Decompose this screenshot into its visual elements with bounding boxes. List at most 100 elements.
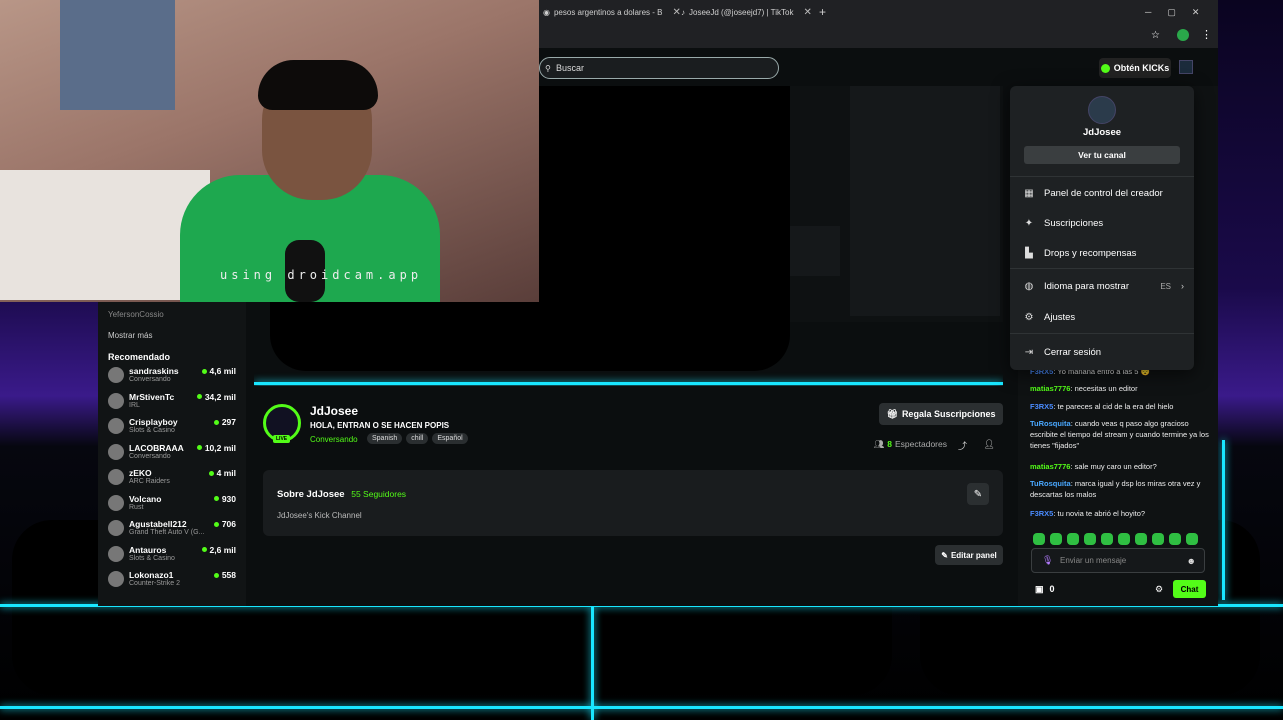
sparkle-icon: ✦ <box>1024 217 1034 229</box>
channel-name: Antauros <box>129 544 167 555</box>
chat-input[interactable]: 🎙︎ Enviar un mensaje ☻ <box>1031 548 1205 573</box>
sidebar-channel-item[interactable]: Lokonazo1 Counter-Strike 2 558 <box>98 570 246 596</box>
kicks-balance[interactable]: ▣ 0 <box>1035 584 1055 595</box>
emote-icon[interactable] <box>1169 533 1181 545</box>
gift-subs-button[interactable]: 🎁︎ Regala Suscripciones <box>879 403 1003 425</box>
sidebar-channel-item[interactable]: sandraskins Conversando 4,6 mil <box>98 366 246 392</box>
channel-name: Volcano <box>129 493 162 504</box>
sidebar-channel-item[interactable]: zEKO ARC Raiders 4 mil <box>98 468 246 494</box>
add-user-icon[interactable]: 👤︎ <box>984 439 995 450</box>
channel-text: LACOBRAAA Conversando <box>129 443 192 460</box>
follower-count: 55 Seguidores <box>351 489 407 499</box>
close-window-icon[interactable]: ✕ <box>1192 7 1200 18</box>
tag-list: Spanish chill Español <box>367 433 468 444</box>
channel-text: Antauros Slots & Casino <box>129 545 197 562</box>
emote-icon[interactable] <box>1084 533 1096 545</box>
chevron-right-icon: › <box>1181 281 1184 291</box>
chat-username[interactable]: F3RX5 <box>1030 402 1053 411</box>
tab-label: JoseeJd (@joseejd7) | TikTok <box>689 7 794 17</box>
emote-icon[interactable] <box>1101 533 1113 545</box>
nested-chat <box>850 86 1000 316</box>
chat-username[interactable]: matias7776 <box>1030 462 1070 471</box>
channel-name: sandraskins <box>129 366 179 376</box>
emote-icon[interactable] <box>1067 533 1079 545</box>
chat-username[interactable]: TuRosquita <box>1030 479 1071 488</box>
close-tab-icon[interactable]: ✕ <box>673 7 681 18</box>
menu-item-label: Drops y recompensas <box>1044 247 1137 259</box>
close-tab-icon[interactable]: ✕ <box>803 7 811 18</box>
tag[interactable]: chill <box>406 433 429 444</box>
stream-category[interactable]: Conversando <box>310 435 358 444</box>
channel-name: LACOBRAAA <box>129 442 184 453</box>
webcam-overlay: using droidcam.app <box>0 0 539 302</box>
tag[interactable]: Español <box>432 433 468 444</box>
menu-item-label: Idioma para mostrar <box>1044 280 1130 292</box>
get-kicks-button[interactable]: Obtén KICKs <box>1099 58 1171 78</box>
channel-category: Counter-Strike 2 <box>129 580 180 587</box>
chat-settings-icon[interactable]: ⚙ <box>1155 584 1163 595</box>
menu-item-subscriptions[interactable]: ✦ Suscripciones <box>1024 213 1184 233</box>
menu-item-settings[interactable]: ⚙ Ajustes <box>1024 307 1184 327</box>
channel-avatar <box>108 392 124 409</box>
chat-username[interactable]: TuRosquita <box>1030 419 1071 428</box>
grid-line <box>0 706 1283 709</box>
emoji-icon[interactable]: ☻ <box>1187 556 1196 566</box>
mic-icon[interactable]: 🎙︎ <box>1042 555 1053 566</box>
minimize-icon[interactable]: ─ <box>1145 7 1151 17</box>
recommended-heading: Recomendado <box>108 352 171 362</box>
emote-icon[interactable] <box>1135 533 1147 545</box>
edit-panel-button[interactable]: ✎ Editar panel <box>935 545 1003 565</box>
emote-icon[interactable] <box>1152 533 1164 545</box>
sidebar-channel-item[interactable]: Volcano Rust 930 <box>98 494 246 520</box>
sidebar-channel-item[interactable]: Antauros Slots & Casino 2,6 mil <box>98 545 246 571</box>
browser-tab[interactable]: ◉ pesos argentinos a dolares - B ✕ <box>543 3 681 21</box>
view-channel-button[interactable]: Ver tu canal <box>1024 146 1180 164</box>
chat-message: TuRosquita: marca igual y dsp los miras … <box>1030 478 1210 500</box>
menu-item-creator-dashboard[interactable]: ▦ Panel de control del creador <box>1024 183 1184 203</box>
send-chat-button[interactable]: Chat <box>1173 580 1206 598</box>
maximize-icon[interactable]: ▢ <box>1167 7 1176 18</box>
sidebar-channel-item[interactable]: MrStivenTc IRL 34,2 mil <box>98 392 246 418</box>
profile-icon[interactable] <box>1177 29 1189 41</box>
menu-item-logout[interactable]: ⇥ Cerrar sesión <box>1024 342 1184 362</box>
channel-avatar <box>108 418 124 434</box>
language-value: ES <box>1160 281 1171 291</box>
emote-icon[interactable] <box>1118 533 1130 545</box>
sidebar-channel-item[interactable]: LACOBRAAA Conversando 10,2 mil <box>98 443 246 469</box>
sidebar-channel-item[interactable]: Agustabell212 Grand Theft Auto V (G... 706 <box>98 519 246 545</box>
channel-text: zEKO ARC Raiders <box>129 468 204 485</box>
menu-item-drops[interactable]: ▙ Drops y recompensas <box>1024 243 1184 263</box>
chat-username[interactable]: F3RX5 <box>1030 509 1053 518</box>
channel-name[interactable]: JdJosee <box>310 404 358 418</box>
viewers-icon: 👥︎ <box>873 439 885 449</box>
viewer-count: 👥︎ 8 Espectadores <box>873 439 947 450</box>
share-icon[interactable]: ⤴ <box>958 439 967 452</box>
chat-text: : sale muy caro un editor? <box>1070 462 1157 471</box>
emote-icon[interactable] <box>1050 533 1062 545</box>
channel-name: Agustabell212 <box>129 519 187 529</box>
star-icon[interactable]: ☆ <box>1151 30 1160 41</box>
channel-avatar <box>108 367 124 383</box>
chat-username[interactable]: matias7776 <box>1030 384 1070 393</box>
emote-icon[interactable] <box>1186 533 1198 545</box>
sidebar-channel-item[interactable]: Crisplayboy Slots & Casino 297 <box>98 417 246 443</box>
more-icon[interactable]: ⋮ <box>1201 28 1212 41</box>
followed-channel[interactable]: YefersonCossio <box>98 302 246 327</box>
viewer-number: 297 <box>221 417 236 427</box>
poster <box>60 0 175 110</box>
about-title: Sobre JdJosee 55 Seguidores <box>277 489 406 500</box>
edit-about-button[interactable]: ✎ <box>967 483 989 505</box>
tag[interactable]: Spanish <box>367 433 403 444</box>
browser-tab[interactable]: ♪ JoseeJd (@joseejd7) | TikTok ✕ <box>681 3 812 21</box>
menu-avatar <box>1088 96 1116 124</box>
search-input[interactable]: ⚲ Buscar <box>539 57 779 79</box>
grid-line <box>254 382 1003 385</box>
new-tab-button[interactable]: + <box>819 3 826 21</box>
user-avatar[interactable] <box>1179 60 1193 74</box>
divider <box>1010 268 1194 269</box>
emote-icon[interactable] <box>1033 533 1045 545</box>
show-more-link[interactable]: Mostrar más <box>98 327 246 344</box>
address-bar[interactable]: ☆ ⋮ <box>539 22 1218 48</box>
menu-item-language[interactable]: ◍ Idioma para mostrar ES › <box>1024 276 1184 296</box>
chat-text: : tu novia te abrió el hoyito? <box>1053 509 1146 518</box>
